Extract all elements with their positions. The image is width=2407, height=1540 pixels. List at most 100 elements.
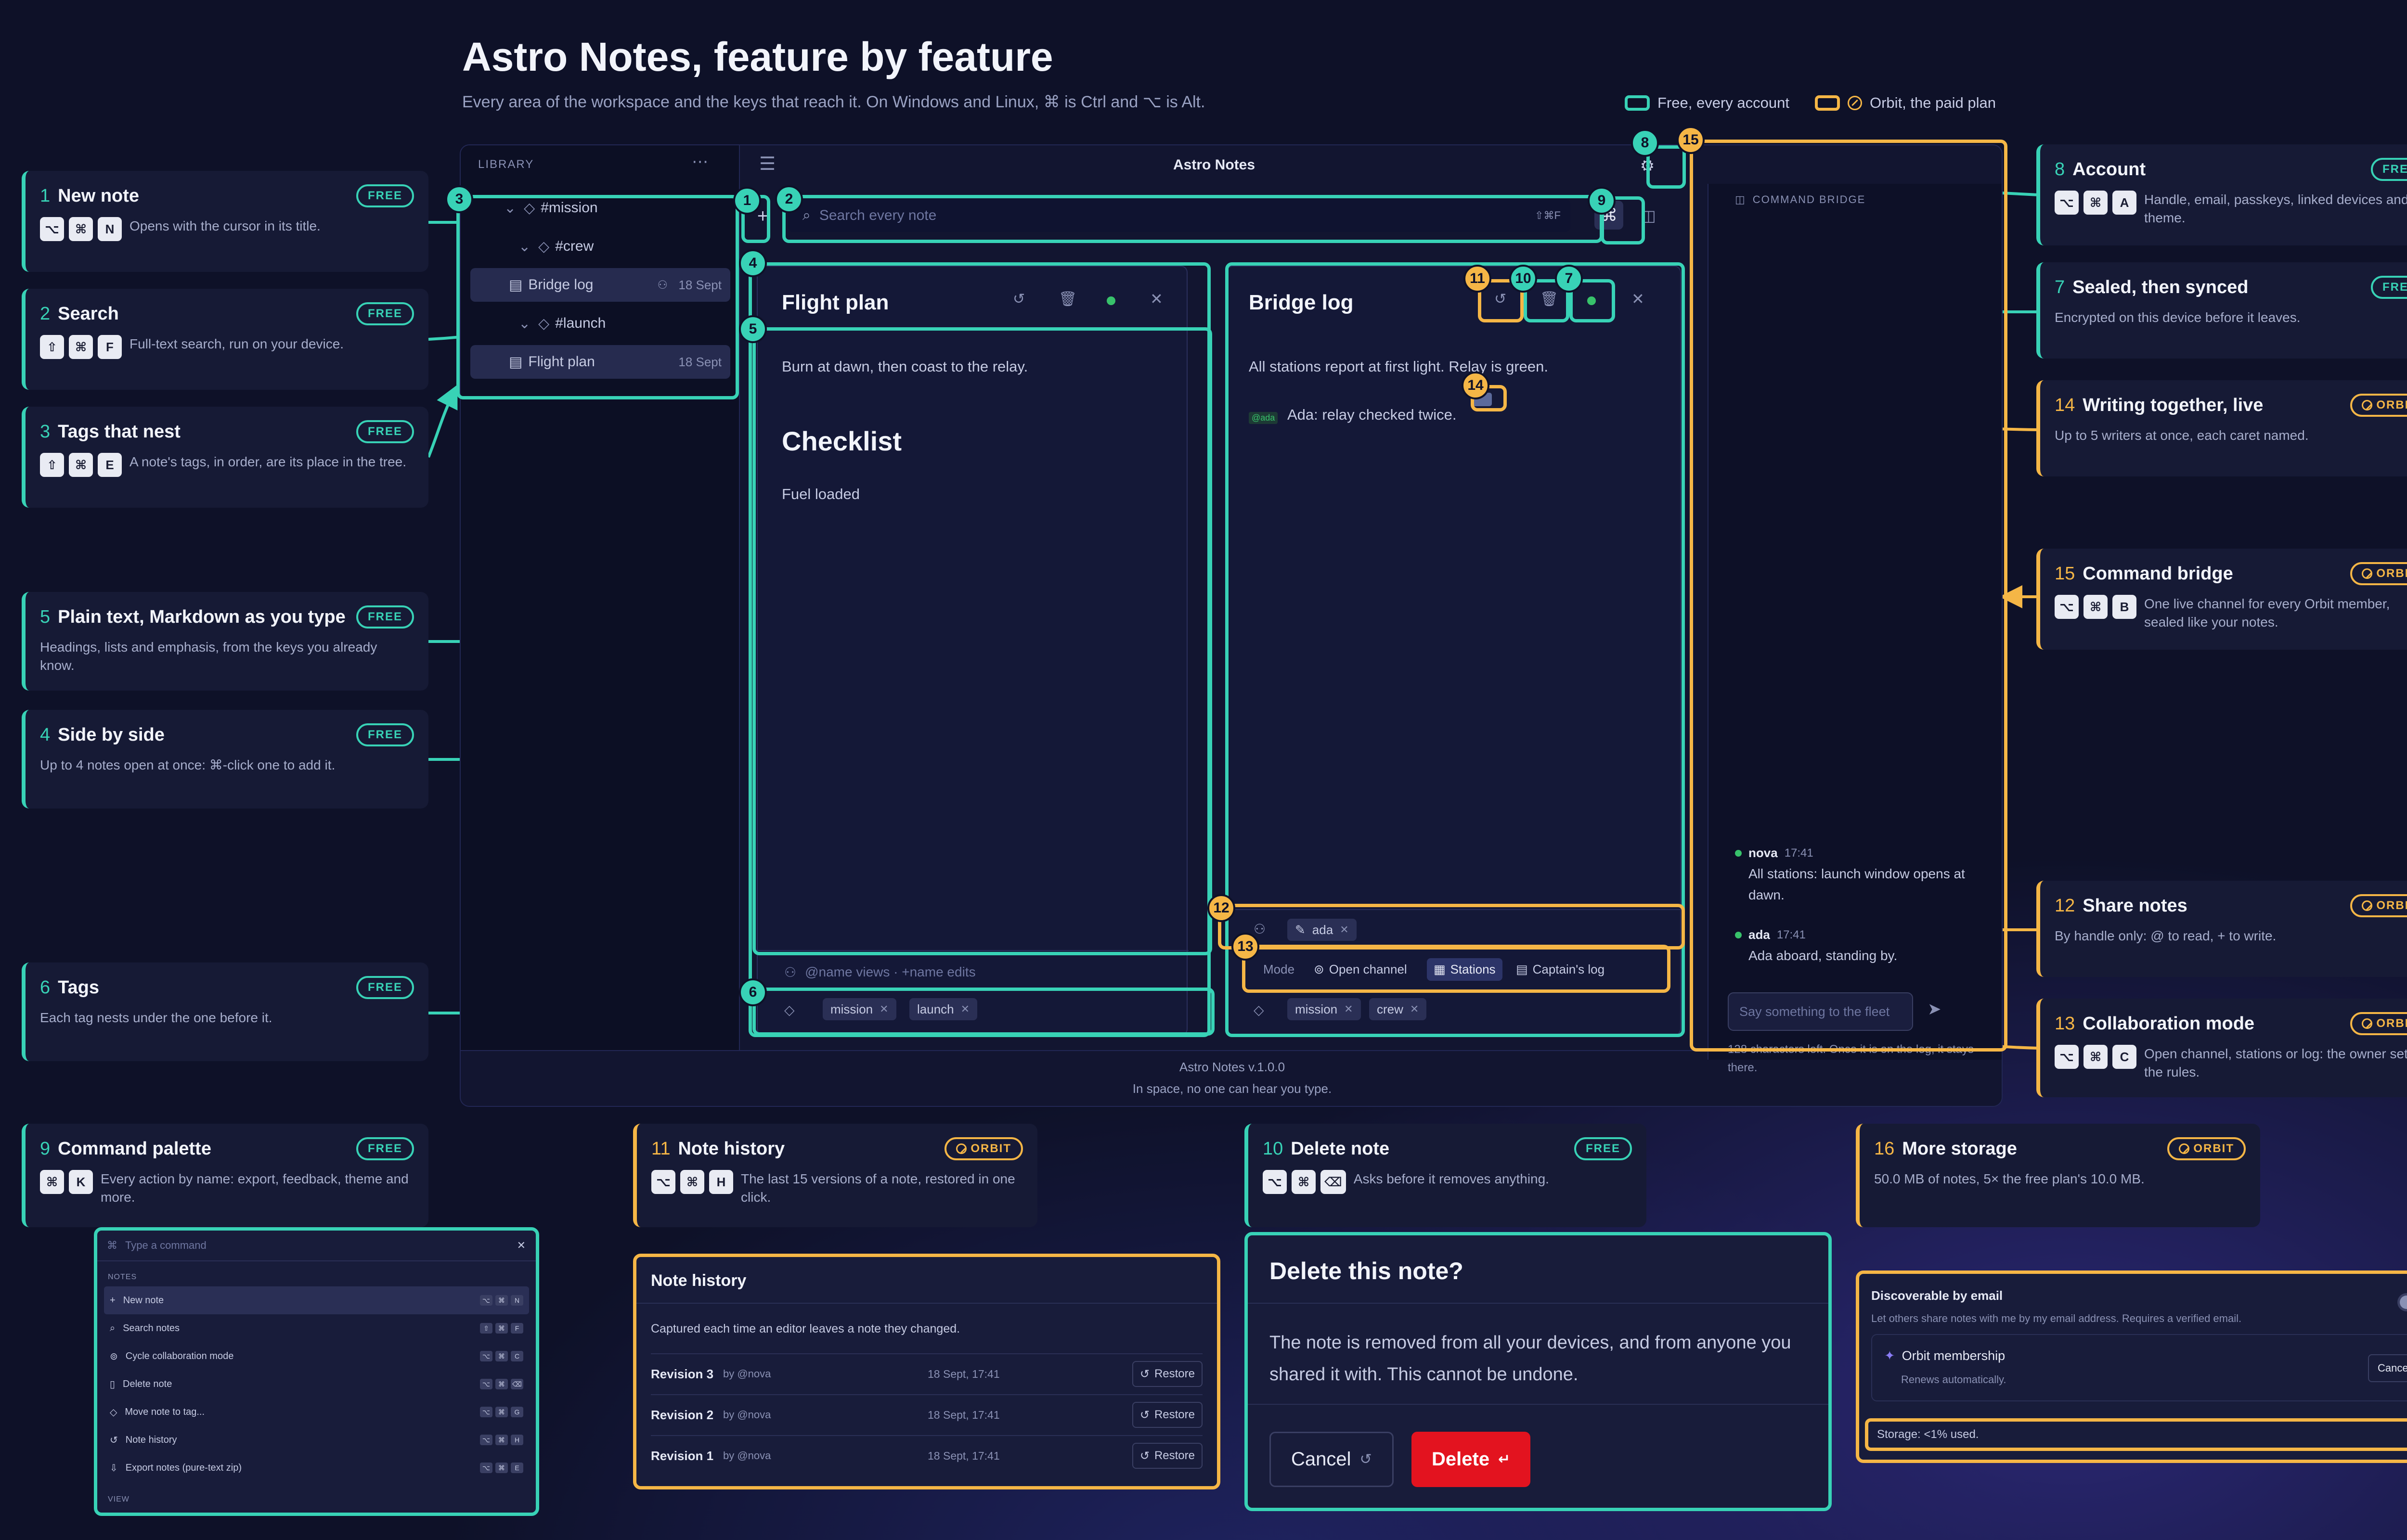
note-body-line[interactable]: All stations report at first light. Rela… — [1249, 358, 1548, 375]
card-description: Up to 5 writers at once, each caret name… — [2055, 428, 2309, 443]
delete-button[interactable]: Delete ↵ — [1411, 1432, 1531, 1487]
palette-item[interactable]: + New note ⌥ ⌘ N — [104, 1286, 529, 1314]
share-chip[interactable]: ✎ ada ✕ — [1287, 919, 1357, 941]
palette-item[interactable]: ▯ Delete note ⌥ ⌘ ⌫ — [104, 1370, 529, 1398]
card-title: Note history — [678, 1138, 785, 1159]
palette-divider — [97, 1260, 536, 1261]
tree-tag-launch[interactable]: ⌄ ◇ #launch — [480, 307, 721, 340]
card-description: Opens with the cursor in its title. — [129, 218, 321, 233]
sync-status-icon — [1107, 296, 1115, 308]
tag-chip[interactable]: crew ✕ — [1369, 998, 1427, 1020]
tag-chip[interactable]: mission ✕ — [1287, 998, 1361, 1020]
orbit-badge-label: ORBIT — [971, 1142, 1011, 1155]
palette-input[interactable]: ⌘ Type a command ✕ — [107, 1239, 526, 1252]
share-placeholder: @name views · +name edits — [805, 964, 976, 979]
note-body-line[interactable]: Fuel loaded — [782, 486, 860, 503]
close-icon[interactable]: ✕ — [517, 1239, 526, 1252]
share-input[interactable]: ⚇ @name views · +name edits — [784, 964, 976, 980]
feature-card-share-notes: 12 Share notes ORBIT By handle only: @ to … — [2036, 881, 2407, 977]
settings-gear-icon[interactable]: ⚙ — [1635, 154, 1659, 178]
pencil-icon: ✎ — [1295, 922, 1306, 937]
card-number: 9 — [40, 1138, 51, 1159]
tree-tag-crew[interactable]: ⌄ ◇ #crew — [480, 230, 721, 263]
trash-icon[interactable]: 🗑 — [1540, 291, 1558, 308]
revision-label: Revision 2 — [651, 1407, 714, 1422]
key-cap: ⌫ — [511, 1379, 523, 1389]
tree-date: 18 Sept — [678, 277, 722, 292]
palette-item[interactable]: ⊚ Cycle collaboration mode ⌥ ⌘ C — [104, 1342, 529, 1370]
orbit-icon — [2362, 400, 2373, 411]
discover-toggle[interactable] — [2397, 1293, 2407, 1311]
revision-time: 18 Sept, 17:41 — [928, 1449, 1000, 1462]
bridge-label: COMMAND BRIDGE — [1752, 193, 1866, 205]
close-icon[interactable]: ✕ — [1150, 290, 1163, 308]
free-badge: FREE — [356, 723, 414, 746]
mode-stations[interactable]: ▦ Stations — [1427, 958, 1502, 981]
key-cap: H — [709, 1170, 733, 1194]
broadcast-icon: ⊚ — [1314, 962, 1324, 976]
key-cap: K — [69, 1170, 93, 1194]
tag-icon: ◇ — [110, 1407, 117, 1418]
palette-item[interactable]: ◇ Move note to tag... ⌥ ⌘ G — [104, 1398, 529, 1426]
card-title: Sealed, then synced — [2072, 277, 2249, 297]
note-title[interactable]: Flight plan — [782, 291, 889, 315]
tree-note-flight-plan[interactable]: ▤ Flight plan 18 Sept — [470, 345, 730, 379]
tagline-label: In space, no one can hear you type. — [1132, 1081, 1332, 1096]
orbit-badge-label: ORBIT — [2193, 1142, 2234, 1155]
card-title: Plain text, Markdown as you type — [58, 606, 346, 627]
tag-chip[interactable]: launch ✕ — [909, 998, 978, 1020]
card-description: Full-text search, run on your device. — [129, 336, 344, 351]
remove-icon[interactable]: ✕ — [1340, 924, 1348, 936]
callout-pin: 10 — [1509, 265, 1537, 293]
cancel-button[interactable]: Cancel ↺ — [1269, 1432, 1394, 1487]
note-heading[interactable]: Checklist — [782, 425, 902, 457]
feature-card-search: 2 Search FREE ⇧ ⌘ F Full-text search, run on … — [22, 289, 428, 390]
storage-usage: Storage: <1% used. — [1865, 1418, 2407, 1451]
note-pane-bridge-log: Bridge log ↺ 🗑 ✕ All stations report at … — [1226, 266, 1682, 1036]
key-cap: ⌘ — [495, 1351, 508, 1361]
menu-icon[interactable]: ☰ — [759, 153, 776, 175]
restore-button[interactable]: ↺ Restore — [1132, 1443, 1203, 1469]
note-body-line[interactable]: Burn at dawn, then coast to the relay. — [782, 358, 1028, 375]
bridge-message-input[interactable]: Say something to the fleet — [1728, 992, 1913, 1031]
key-cap: ⌥ — [480, 1379, 492, 1389]
restore-button[interactable]: ↺ Restore — [1132, 1361, 1203, 1387]
note-body-line[interactable]: Ada: relay checked twice. — [1287, 406, 1457, 424]
palette-item[interactable]: ⇩ Export notes (pure-text zip) ⌥ ⌘ E — [104, 1454, 529, 1482]
cancel-membership-button[interactable]: Cancel — [2368, 1354, 2407, 1382]
card-title: Account — [2072, 159, 2146, 180]
more-icon[interactable]: ⋯ — [692, 152, 708, 171]
history-icon[interactable]: ↺ — [1013, 291, 1025, 308]
key-cap: ⌘ — [1292, 1170, 1316, 1194]
orbit-icon — [2362, 900, 2373, 911]
remove-icon[interactable]: ✕ — [1344, 1003, 1353, 1015]
history-icon[interactable]: ↺ — [1494, 291, 1506, 308]
remove-icon[interactable]: ✕ — [880, 1003, 888, 1015]
tree-note-bridge-log[interactable]: ▤ Bridge log ⚇ 18 Sept — [470, 268, 730, 302]
escape-icon: ↺ — [1359, 1451, 1372, 1467]
mode-captains-log[interactable]: ▤ Captain's log — [1516, 962, 1605, 977]
send-icon[interactable]: ➤ — [1928, 1000, 1941, 1019]
note-title[interactable]: Bridge log — [1249, 291, 1354, 315]
trash-icon[interactable]: 🗑 — [1059, 291, 1077, 308]
palette-item[interactable]: ⌕ Search notes ⇧ ⌘ F — [104, 1314, 529, 1342]
remove-icon[interactable]: ✕ — [1410, 1003, 1419, 1015]
card-description: Up to 4 notes open at once: ⌘-click one … — [40, 757, 336, 772]
remove-icon[interactable]: ✕ — [961, 1003, 970, 1015]
orbit-icon — [1848, 96, 1862, 110]
key-cap: ⇧ — [480, 1323, 492, 1334]
search-input[interactable]: ⌕ Search every note ⇧⌘F — [788, 199, 1570, 232]
legend-free-label: Free, every account — [1657, 94, 1789, 111]
bridge-header: ◫ COMMAND BRIDGE — [1735, 193, 1865, 206]
free-badge: FREE — [356, 1137, 414, 1160]
log-icon: ▤ — [1516, 962, 1528, 976]
tree-tag-mission[interactable]: ⌄ ◇ #mission — [480, 191, 721, 225]
close-icon[interactable]: ✕ — [1631, 290, 1644, 308]
palette-item[interactable]: ↺ Note history ⌥ ⌘ H — [104, 1426, 529, 1454]
tag-chip[interactable]: mission ✕ — [823, 998, 896, 1020]
toggle-bridge-icon[interactable]: ◫ — [1635, 202, 1662, 229]
mode-open-channel[interactable]: ⊚ Open channel — [1314, 962, 1407, 977]
revision-row: Revision 1 by @nova 18 Sept, 17:41 ↺ Rest… — [651, 1435, 1203, 1476]
tag-chip-label: launch — [917, 1001, 954, 1016]
restore-button[interactable]: ↺ Restore — [1132, 1402, 1203, 1428]
